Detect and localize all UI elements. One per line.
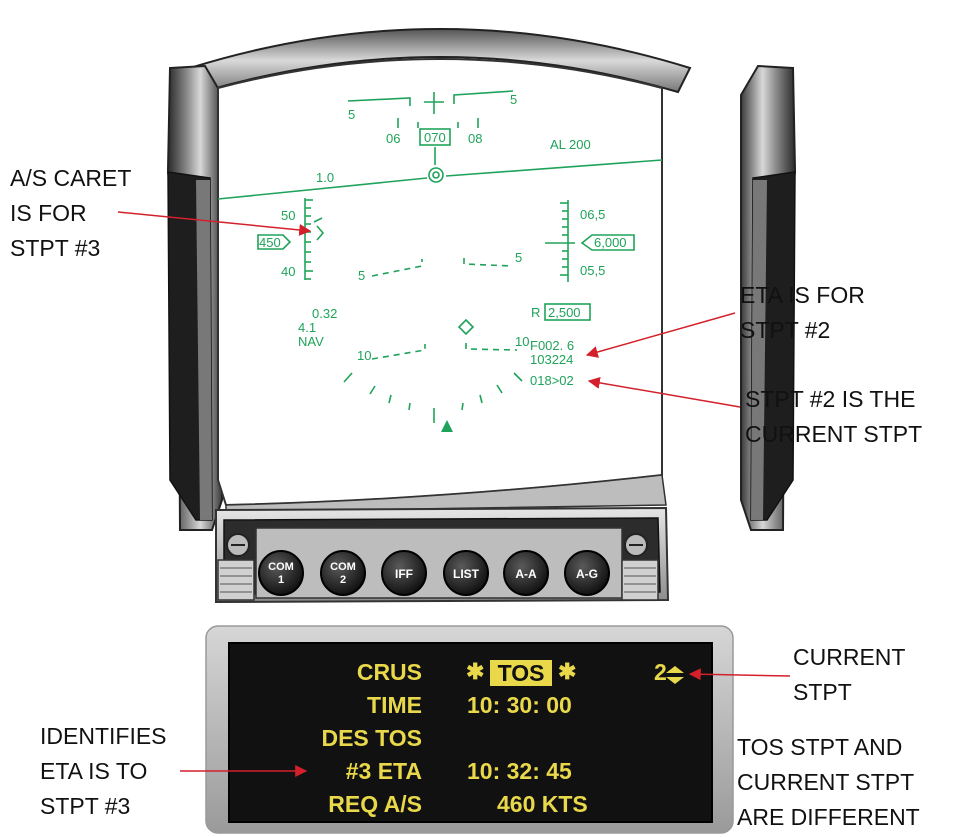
ded-asterisk-left-icon: ✱: [466, 659, 484, 684]
hud-airspeed-upper: 50: [281, 208, 295, 223]
button-com1-line1: COM: [268, 561, 294, 573]
hud-pitch-low-right: 10: [515, 334, 529, 349]
hud-alt-upper: 06,5: [580, 207, 605, 222]
button-com1-line2: 1: [278, 574, 284, 586]
callout-identifies-line1: IDENTIFIES: [40, 723, 167, 749]
left-screw-icon: [226, 533, 250, 557]
hud-stpt-readout: 018>02: [530, 373, 574, 388]
hud-dist: F002. 6: [530, 338, 574, 353]
hud-pitch-low-left: 10: [357, 348, 371, 363]
callout-current-stpt-line2: STPT: [793, 679, 852, 705]
hud-diagram: 5 5 06 070 08 AL 200 1.0 50 450 40 06,5 …: [10, 28, 922, 834]
hud-heading-center: 070: [424, 130, 446, 145]
hud-eta: 103224: [530, 352, 573, 367]
callout-eta-is-for-line1: ETA IS FOR: [740, 282, 865, 308]
button-list[interactable]: LIST: [443, 550, 489, 596]
button-a-a[interactable]: A-A: [503, 550, 549, 596]
hud-radar-alt-box: 2,500: [548, 305, 581, 320]
ded-row1-label: CRUS: [357, 659, 422, 685]
button-iff-label: IFF: [395, 567, 413, 581]
hud-pitch-top-left: 5: [348, 107, 355, 122]
ded-row2-value: 10: 30: 00: [467, 692, 572, 718]
button-iff[interactable]: IFF: [381, 550, 427, 596]
hud-g-max: 4.1: [298, 320, 316, 335]
hud-g-load: 1.0: [316, 170, 334, 185]
callout-current-stpt-line1: CURRENT: [793, 644, 905, 670]
callout-as-caret-line3: STPT #3: [10, 235, 100, 261]
button-list-label: LIST: [453, 567, 480, 581]
hud-heading-left: 06: [386, 131, 400, 146]
callout-tos-vs-current-line1: TOS STPT AND: [737, 734, 902, 760]
ded-row1-stpt: 2: [654, 659, 667, 685]
button-com1[interactable]: COM 1: [258, 550, 304, 596]
ded-row5-value: 460 KTS: [497, 791, 588, 817]
callout-current-stpt2-line2: CURRENT STPT: [745, 421, 922, 447]
hud-radar-alt-label: R: [531, 305, 540, 320]
button-com2-line1: COM: [330, 561, 356, 573]
hud-mode: NAV: [298, 334, 324, 349]
button-com2-line2: 2: [340, 574, 346, 586]
hud-alt-box: 6,000: [594, 235, 627, 250]
callout-as-caret-line1: A/S CARET: [10, 165, 131, 191]
button-a-g-label: A-G: [576, 567, 598, 581]
ded-display: [205, 625, 734, 834]
hud-airspeed-box: 450: [259, 235, 281, 250]
callout-tos-vs-current-line3: ARE DIFFERENT: [737, 804, 920, 830]
hud-heading-right: 08: [468, 131, 482, 146]
hud-mach: 0.32: [312, 306, 337, 321]
callout-identifies-line2: ETA IS TO: [40, 758, 147, 784]
hud-airspeed-lower: 40: [281, 264, 295, 279]
hud-altitude-low: AL 200: [550, 137, 591, 152]
callout-eta-is-for-line2: STPT #2: [740, 317, 830, 343]
ded-row5-label: REQ A/S: [328, 791, 422, 817]
ded-row3-label: DES TOS: [321, 725, 422, 751]
ded-row1-mode: TOS: [498, 660, 545, 686]
hud-alt-lower: 05,5: [580, 263, 605, 278]
ded-row4-value: 10: 32: 45: [467, 758, 572, 784]
right-screw-icon: [624, 533, 648, 557]
callout-current-stpt2-line1: STPT #2 IS THE: [745, 386, 915, 412]
hud-frame: [166, 28, 797, 531]
callout-as-caret-line2: IS FOR: [10, 200, 87, 226]
callout-identifies-line3: STPT #3: [40, 793, 130, 819]
button-a-a-label: A-A: [515, 567, 537, 581]
ded-row2-label: TIME: [367, 692, 422, 718]
hud-pitch-top-right: 5: [510, 92, 517, 107]
ded-row4-label: #3 ETA: [346, 758, 422, 784]
button-a-g[interactable]: A-G: [564, 550, 610, 596]
button-com2[interactable]: COM 2: [320, 550, 366, 596]
ded-asterisk-right-icon: ✱: [558, 659, 576, 684]
callout-tos-vs-current-line2: CURRENT STPT: [737, 769, 914, 795]
hud-pitch-mid-left: 5: [358, 268, 365, 283]
hud-pitch-mid-right: 5: [515, 250, 522, 265]
